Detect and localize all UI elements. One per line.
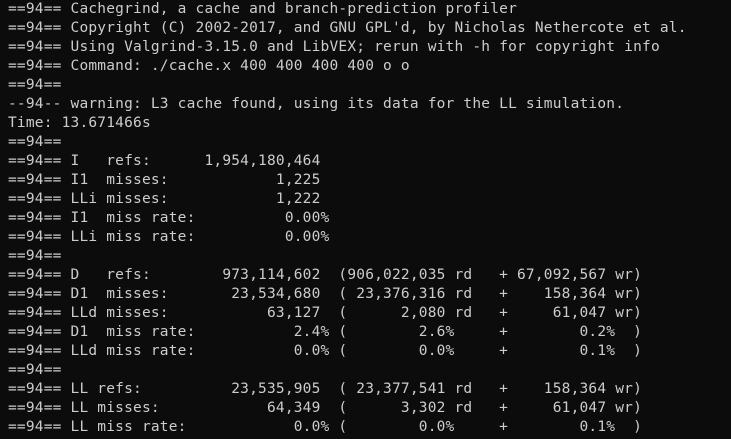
terminal-line: ==94== I1 misses: 1,225 <box>8 172 321 188</box>
terminal-line: ==94== I refs: 1,954,180,464 <box>8 153 321 169</box>
terminal-line: ==94== Copyright (C) 2002-2017, and GNU … <box>8 20 687 36</box>
terminal-line: ==94== D1 misses: 23,534,680 ( 23,376,31… <box>8 286 643 302</box>
terminal-line: ==94== Command: ./cache.x 400 400 400 40… <box>8 58 410 74</box>
terminal-line: ==94== D refs: 973,114,602 (906,022,035 … <box>8 267 643 283</box>
terminal-line: ==94== LLd misses: 63,127 ( 2,080 rd + 6… <box>8 305 643 321</box>
terminal-line: ==94== LL misses: 64,349 ( 3,302 rd + 61… <box>8 400 643 416</box>
terminal-line: ==94== Using Valgrind-3.15.0 and LibVEX;… <box>8 39 660 55</box>
terminal-window[interactable]: ==94== Cachegrind, a cache and branch-pr… <box>0 0 731 439</box>
terminal-line: ==94== <box>8 362 62 378</box>
terminal-line: Time: 13.671466s <box>8 115 151 131</box>
terminal-line: ==94== LLi misses: 1,222 <box>8 191 321 207</box>
terminal-line: ==94== D1 miss rate: 2.4% ( 2.6% + 0.2% … <box>8 324 643 340</box>
terminal-line: ==94== Cachegrind, a cache and branch-pr… <box>8 1 517 17</box>
terminal-output: ==94== Cachegrind, a cache and branch-pr… <box>8 0 731 437</box>
terminal-line: ==94== I1 miss rate: 0.00% <box>8 210 330 226</box>
terminal-line: ==94== <box>8 77 62 93</box>
terminal-line: ==94== LL refs: 23,535,905 ( 23,377,541 … <box>8 381 643 397</box>
terminal-line: ==94== LL miss rate: 0.0% ( 0.0% + 0.1% … <box>8 419 643 435</box>
terminal-line: ==94== LLi miss rate: 0.00% <box>8 229 330 245</box>
terminal-line: ==94== <box>8 134 62 150</box>
terminal-line: ==94== <box>8 248 62 264</box>
terminal-line: ==94== LLd miss rate: 0.0% ( 0.0% + 0.1%… <box>8 343 643 359</box>
terminal-line: --94-- warning: L3 cache found, using it… <box>8 96 625 112</box>
